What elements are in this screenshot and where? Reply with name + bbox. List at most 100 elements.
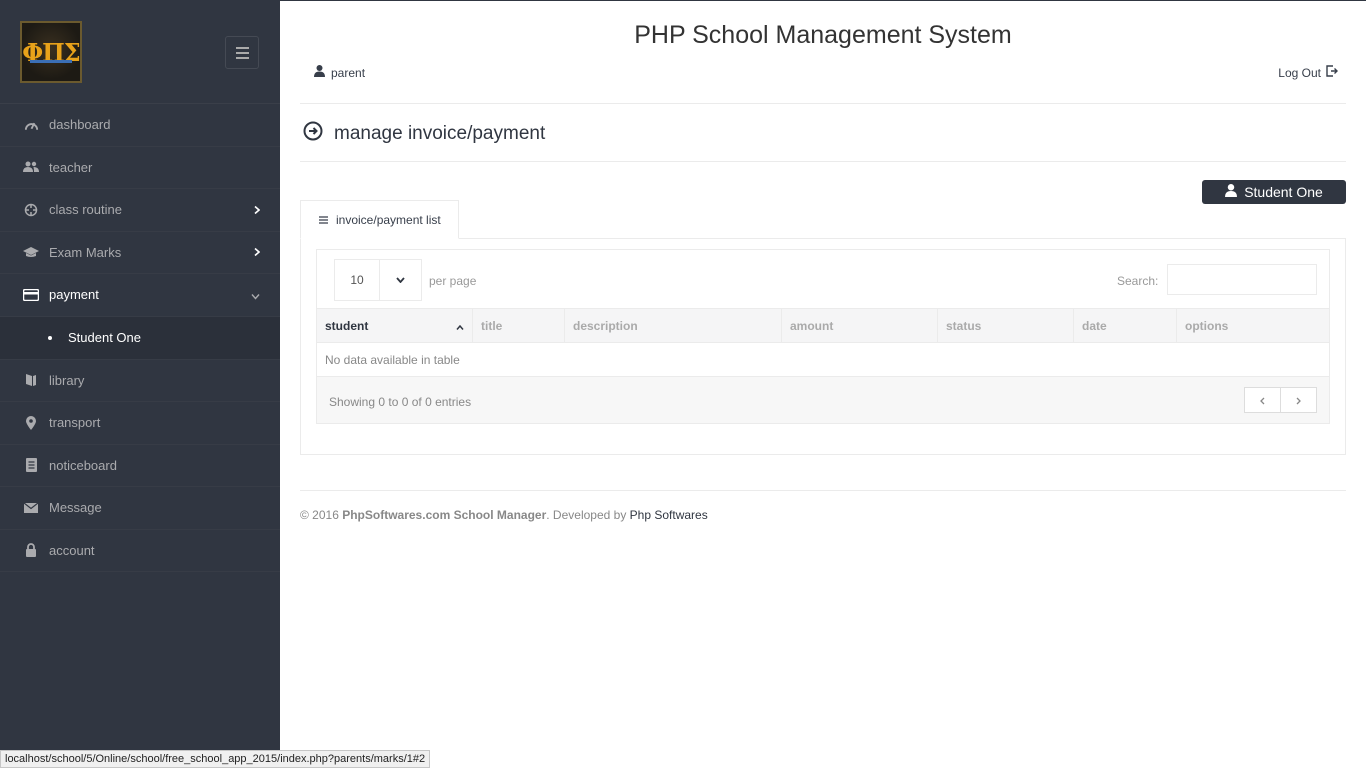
logo-underline	[30, 60, 72, 63]
pagination-previous-button[interactable]	[1244, 387, 1281, 413]
footer-developer-link[interactable]: Php Softwares	[630, 508, 708, 522]
sidebar-item-exam-marks[interactable]: Exam Marks	[0, 232, 280, 274]
sidebar-menu: dashboard teacher class routine Exam Mar…	[0, 103, 280, 572]
table-info: Showing 0 to 0 of 0 entries	[329, 395, 472, 409]
table-empty-row: No data available in table	[317, 343, 1329, 377]
target-icon	[22, 203, 40, 217]
sidebar-item-library[interactable]: library	[0, 360, 280, 402]
sidebar: ΦΠΣ dashboard teacher class routine Exam…	[0, 0, 280, 768]
logout-link[interactable]: Log Out	[1278, 65, 1338, 80]
per-page-label: per page	[429, 274, 477, 288]
column-header-status[interactable]: status	[938, 309, 1074, 342]
user-icon	[1225, 184, 1238, 200]
user-icon	[314, 65, 325, 80]
search-input[interactable]	[1167, 264, 1317, 295]
data-table-wrapper: 10 per page Search: student title descri…	[316, 249, 1330, 424]
sidebar-subitem-student-one[interactable]: Student One	[0, 316, 280, 360]
column-label: description	[573, 318, 638, 333]
hamburger-icon	[235, 46, 249, 49]
sidebar-item-label: payment	[49, 287, 99, 303]
search-label: Search:	[1117, 274, 1159, 288]
page-title-text: manage invoice/payment	[334, 123, 546, 144]
pagination	[1244, 387, 1317, 413]
column-label: title	[481, 318, 503, 333]
student-one-button[interactable]: Student One	[1202, 180, 1346, 204]
column-label: date	[1082, 318, 1107, 333]
credit-card-icon	[22, 288, 40, 302]
sidebar-item-teacher[interactable]: teacher	[0, 147, 280, 189]
sidebar-item-noticeboard[interactable]: noticeboard	[0, 445, 280, 487]
user-name: parent	[331, 65, 366, 80]
sidebar-item-label: account	[49, 542, 95, 558]
sidebar-item-label: transport	[49, 415, 101, 431]
sidebar-item-label: noticeboard	[49, 457, 117, 473]
student-button-label: Student One	[1244, 184, 1323, 200]
sidebar-item-label: class routine	[49, 202, 122, 218]
book-icon	[22, 373, 40, 387]
entries-per-page-select[interactable]: 10	[334, 259, 422, 301]
sidebar-item-label: teacher	[49, 159, 93, 175]
column-header-date[interactable]: date	[1074, 309, 1177, 342]
tab-label: invoice/payment list	[336, 212, 441, 227]
column-header-student[interactable]: student	[317, 309, 473, 342]
column-label: options	[1185, 318, 1229, 333]
hamburger-icon-line	[235, 51, 249, 54]
browser-status-bar: localhost/school/5/Online/school/free_sc…	[0, 750, 431, 768]
users-icon	[22, 160, 40, 174]
sidebar-item-dashboard[interactable]: dashboard	[0, 104, 280, 147]
sidebar-item-message[interactable]: Message	[0, 487, 280, 530]
logout-icon	[1326, 65, 1338, 80]
document-icon	[22, 458, 40, 473]
logout-label: Log Out	[1278, 65, 1321, 80]
tab-panel: 10 per page Search: student title descri…	[300, 238, 1346, 455]
chevron-down-icon	[380, 277, 421, 283]
pagination-next-button[interactable]	[1280, 387, 1317, 413]
sidebar-header: ΦΠΣ	[0, 0, 280, 103]
main-content: PHP School Management System parent Log …	[280, 0, 1366, 768]
logo[interactable]: ΦΠΣ	[20, 21, 82, 83]
column-label: student	[325, 318, 369, 333]
column-label: amount	[790, 318, 834, 333]
column-header-amount[interactable]: amount	[782, 309, 938, 342]
sidebar-item-label: dashboard	[49, 117, 111, 133]
column-label: status	[946, 318, 982, 333]
hamburger-icon-line	[235, 56, 249, 59]
location-icon	[22, 415, 40, 430]
sort-ascending-icon	[456, 319, 464, 333]
footer-brand: PhpSoftwares.com School Manager	[342, 508, 547, 522]
column-header-description[interactable]: description	[565, 309, 782, 342]
footer-copyright: © 2016	[300, 508, 343, 522]
lock-icon	[22, 543, 40, 558]
chevron-down-icon	[251, 287, 260, 302]
chevron-right-icon	[254, 245, 261, 260]
sidebar-item-transport[interactable]: transport	[0, 402, 280, 445]
footer: © 2016 PhpSoftwares.com School Manager. …	[300, 508, 708, 522]
column-header-title[interactable]: title	[473, 309, 565, 342]
column-header-options[interactable]: options	[1177, 309, 1329, 342]
chevron-right-icon	[254, 202, 261, 217]
tab-invoice-payment-list[interactable]: invoice/payment list	[300, 200, 459, 239]
sidebar-item-label: library	[49, 372, 85, 388]
list-icon	[319, 213, 328, 227]
envelope-icon	[22, 501, 40, 515]
user-link[interactable]: parent	[314, 65, 365, 80]
app-title: PHP School Management System	[634, 21, 1012, 49]
chevron-right-icon	[1296, 393, 1301, 408]
entries-per-page-value: 10	[335, 260, 380, 300]
footer-developed-by: . Developed by	[546, 508, 630, 522]
sidebar-toggle-button[interactable]	[225, 36, 259, 69]
footer-divider	[300, 490, 1346, 491]
page-title: manage invoice/payment	[303, 121, 545, 147]
table-header: student title description amount status …	[317, 308, 1329, 343]
sidebar-item-class-routine[interactable]: class routine	[0, 189, 280, 232]
dashboard-icon	[22, 118, 40, 132]
header-divider	[300, 103, 1346, 104]
bullet-icon	[48, 335, 52, 340]
sidebar-item-payment[interactable]: payment	[0, 274, 280, 317]
table-footer: Showing 0 to 0 of 0 entries	[317, 377, 1329, 423]
sidebar-subitem-label: Student One	[68, 330, 141, 345]
sidebar-item-label: Exam Marks	[49, 244, 122, 260]
sidebar-item-account[interactable]: account	[0, 530, 280, 572]
title-divider	[300, 161, 1346, 162]
sidebar-item-label: Message	[49, 500, 102, 516]
